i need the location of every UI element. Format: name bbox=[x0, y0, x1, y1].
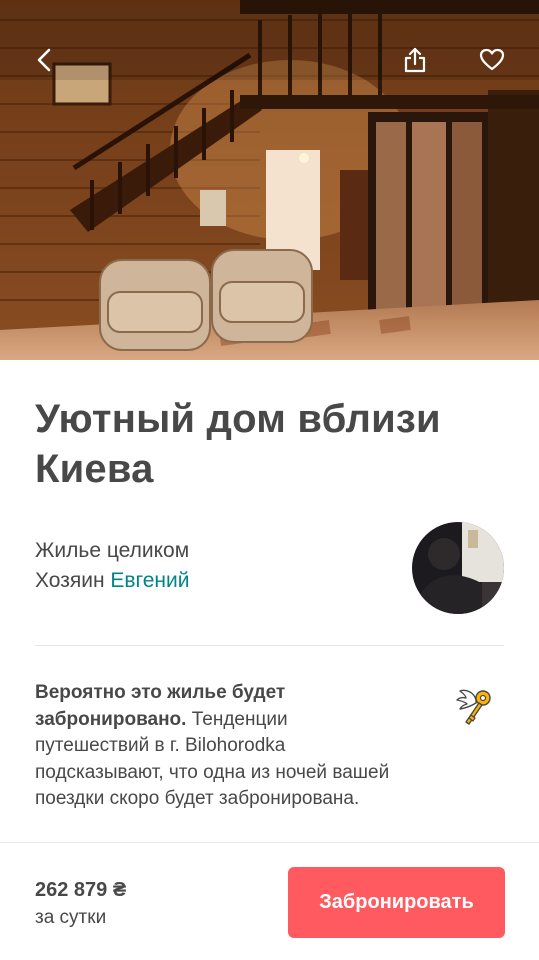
interior-photo bbox=[0, 0, 539, 360]
host-prefix: Хозяин bbox=[35, 569, 105, 592]
winged-key-icon bbox=[454, 686, 498, 730]
price-period: за сутки bbox=[35, 907, 107, 928]
nightly-price: 262 879 ₴ bbox=[35, 879, 127, 901]
host-summary: Жилье целиком Хозяин Евгений bbox=[35, 536, 395, 596]
heart-icon bbox=[479, 48, 505, 71]
booking-notice: Вероятно это жилье будет забронировано. … bbox=[35, 680, 405, 813]
listing-photo[interactable] bbox=[0, 0, 539, 360]
back-button[interactable] bbox=[23, 38, 67, 82]
avatar-image bbox=[412, 522, 504, 614]
book-button[interactable]: Забронировать bbox=[288, 867, 505, 938]
divider bbox=[35, 645, 504, 646]
share-icon bbox=[404, 47, 426, 73]
host-line: Хозяин Евгений bbox=[35, 566, 395, 596]
listing-title: Уютный дом вблизи Киева bbox=[35, 397, 441, 491]
host-name-link[interactable]: Евгений bbox=[110, 569, 189, 592]
host-avatar[interactable] bbox=[412, 522, 504, 614]
chevron-left-icon bbox=[37, 48, 51, 72]
favorite-button[interactable] bbox=[470, 38, 514, 82]
share-button[interactable] bbox=[393, 38, 437, 82]
home-type: Жилье целиком bbox=[35, 539, 190, 562]
booking-footer: 262 879 ₴ за сутки Забронировать bbox=[0, 842, 539, 960]
